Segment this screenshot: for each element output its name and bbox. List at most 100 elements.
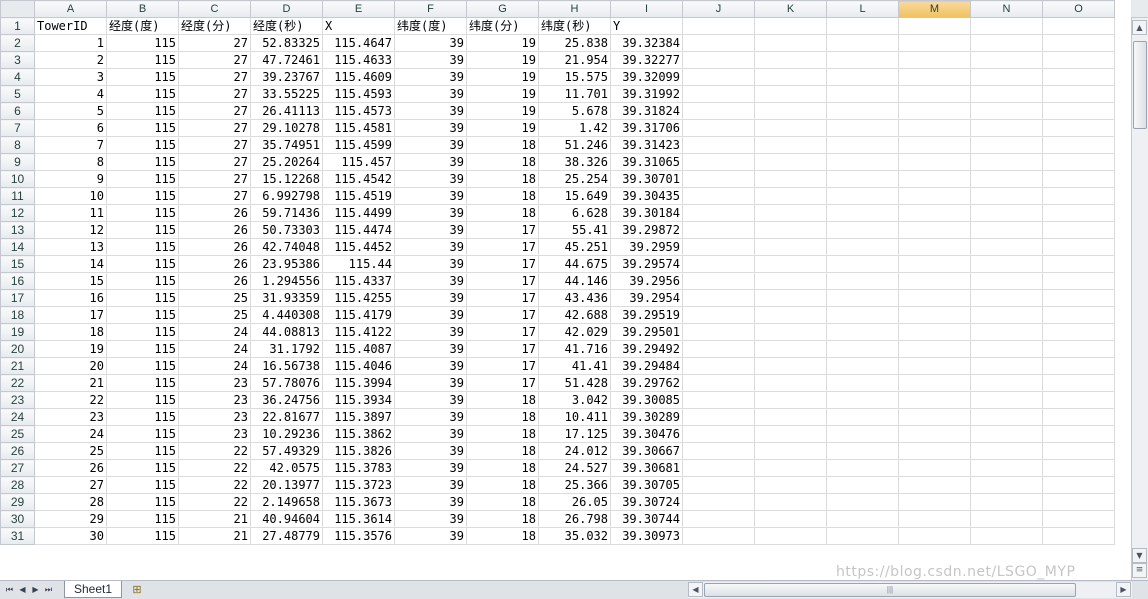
cell-o29[interactable] xyxy=(1042,493,1115,511)
cell-a25[interactable]: 24 xyxy=(34,425,107,443)
cell-k13[interactable] xyxy=(754,221,827,239)
row-header[interactable]: 13 xyxy=(0,221,35,239)
cell-g11[interactable]: 18 xyxy=(466,187,539,205)
cell-j19[interactable] xyxy=(682,323,755,341)
cell-d1[interactable]: 经度(秒) xyxy=(250,17,323,35)
cell-i16[interactable]: 39.2956 xyxy=(610,272,683,290)
cell-c6[interactable]: 27 xyxy=(178,102,251,120)
cell-k12[interactable] xyxy=(754,204,827,222)
cell-b15[interactable]: 115 xyxy=(106,255,179,273)
cell-c15[interactable]: 26 xyxy=(178,255,251,273)
cell-g29[interactable]: 18 xyxy=(466,493,539,511)
cell-n29[interactable] xyxy=(970,493,1043,511)
cell-g17[interactable]: 17 xyxy=(466,289,539,307)
cell-c21[interactable]: 24 xyxy=(178,357,251,375)
cell-f11[interactable]: 39 xyxy=(394,187,467,205)
cell-a20[interactable]: 19 xyxy=(34,340,107,358)
cell-c29[interactable]: 22 xyxy=(178,493,251,511)
cell-b1[interactable]: 经度(度) xyxy=(106,17,179,35)
cell-o3[interactable] xyxy=(1042,51,1115,69)
cell-h5[interactable]: 11.701 xyxy=(538,85,611,103)
cell-j4[interactable] xyxy=(682,68,755,86)
cell-f17[interactable]: 39 xyxy=(394,289,467,307)
cell-o15[interactable] xyxy=(1042,255,1115,273)
cell-m2[interactable] xyxy=(898,34,971,52)
row-header[interactable]: 18 xyxy=(0,306,35,324)
cell-o21[interactable] xyxy=(1042,357,1115,375)
cell-l30[interactable] xyxy=(826,510,899,528)
vertical-scrollbar[interactable]: ▲ ▼ ≡ xyxy=(1131,18,1148,580)
cell-k30[interactable] xyxy=(754,510,827,528)
cell-n24[interactable] xyxy=(970,408,1043,426)
cell-d7[interactable]: 29.10278 xyxy=(250,119,323,137)
cell-e24[interactable]: 115.3897 xyxy=(322,408,395,426)
column-header-k[interactable]: K xyxy=(754,0,827,18)
cell-f23[interactable]: 39 xyxy=(394,391,467,409)
cell-f10[interactable]: 39 xyxy=(394,170,467,188)
cell-a21[interactable]: 20 xyxy=(34,357,107,375)
cell-b23[interactable]: 115 xyxy=(106,391,179,409)
cell-l25[interactable] xyxy=(826,425,899,443)
cell-g22[interactable]: 17 xyxy=(466,374,539,392)
prev-sheet-icon[interactable]: ◀ xyxy=(17,583,28,597)
horizontal-scroll-thumb[interactable]: ||| xyxy=(704,583,1076,597)
column-header-e[interactable]: E xyxy=(322,0,395,18)
cell-f5[interactable]: 39 xyxy=(394,85,467,103)
cell-f16[interactable]: 39 xyxy=(394,272,467,290)
cell-l1[interactable] xyxy=(826,17,899,35)
cell-b9[interactable]: 115 xyxy=(106,153,179,171)
cell-c14[interactable]: 26 xyxy=(178,238,251,256)
cell-a9[interactable]: 8 xyxy=(34,153,107,171)
cell-n14[interactable] xyxy=(970,238,1043,256)
row-header[interactable]: 14 xyxy=(0,238,35,256)
cell-a12[interactable]: 11 xyxy=(34,204,107,222)
column-header-i[interactable]: I xyxy=(610,0,683,18)
cell-g24[interactable]: 18 xyxy=(466,408,539,426)
cell-c17[interactable]: 25 xyxy=(178,289,251,307)
cell-m24[interactable] xyxy=(898,408,971,426)
cell-n2[interactable] xyxy=(970,34,1043,52)
cell-d4[interactable]: 39.23767 xyxy=(250,68,323,86)
cell-e16[interactable]: 115.4337 xyxy=(322,272,395,290)
column-header-h[interactable]: H xyxy=(538,0,611,18)
cell-b8[interactable]: 115 xyxy=(106,136,179,154)
cell-l29[interactable] xyxy=(826,493,899,511)
cell-d19[interactable]: 44.08813 xyxy=(250,323,323,341)
cell-b4[interactable]: 115 xyxy=(106,68,179,86)
cell-d3[interactable]: 47.72461 xyxy=(250,51,323,69)
column-header-o[interactable]: O xyxy=(1042,0,1115,18)
cell-d5[interactable]: 33.55225 xyxy=(250,85,323,103)
cell-f27[interactable]: 39 xyxy=(394,459,467,477)
cell-e28[interactable]: 115.3723 xyxy=(322,476,395,494)
cell-b24[interactable]: 115 xyxy=(106,408,179,426)
cell-d24[interactable]: 22.81677 xyxy=(250,408,323,426)
cell-a16[interactable]: 15 xyxy=(34,272,107,290)
cell-b22[interactable]: 115 xyxy=(106,374,179,392)
cell-h1[interactable]: 纬度(秒) xyxy=(538,17,611,35)
cell-e27[interactable]: 115.3783 xyxy=(322,459,395,477)
cell-c7[interactable]: 27 xyxy=(178,119,251,137)
cell-f3[interactable]: 39 xyxy=(394,51,467,69)
cell-d9[interactable]: 25.20264 xyxy=(250,153,323,171)
cell-a19[interactable]: 18 xyxy=(34,323,107,341)
first-sheet-icon[interactable]: ⏮ xyxy=(4,583,15,597)
cell-i30[interactable]: 39.30744 xyxy=(610,510,683,528)
cell-g30[interactable]: 18 xyxy=(466,510,539,528)
cell-o27[interactable] xyxy=(1042,459,1115,477)
cell-k22[interactable] xyxy=(754,374,827,392)
row-header[interactable]: 31 xyxy=(0,527,35,545)
row-header[interactable]: 6 xyxy=(0,102,35,120)
cell-m8[interactable] xyxy=(898,136,971,154)
cell-c24[interactable]: 23 xyxy=(178,408,251,426)
cell-h10[interactable]: 25.254 xyxy=(538,170,611,188)
cell-c31[interactable]: 21 xyxy=(178,527,251,545)
cell-a6[interactable]: 5 xyxy=(34,102,107,120)
cell-l31[interactable] xyxy=(826,527,899,545)
row-header[interactable]: 29 xyxy=(0,493,35,511)
column-header-b[interactable]: B xyxy=(106,0,179,18)
row-header[interactable]: 3 xyxy=(0,51,35,69)
select-all-corner[interactable] xyxy=(0,0,35,18)
cell-e2[interactable]: 115.4647 xyxy=(322,34,395,52)
cell-c25[interactable]: 23 xyxy=(178,425,251,443)
cell-d31[interactable]: 27.48779 xyxy=(250,527,323,545)
